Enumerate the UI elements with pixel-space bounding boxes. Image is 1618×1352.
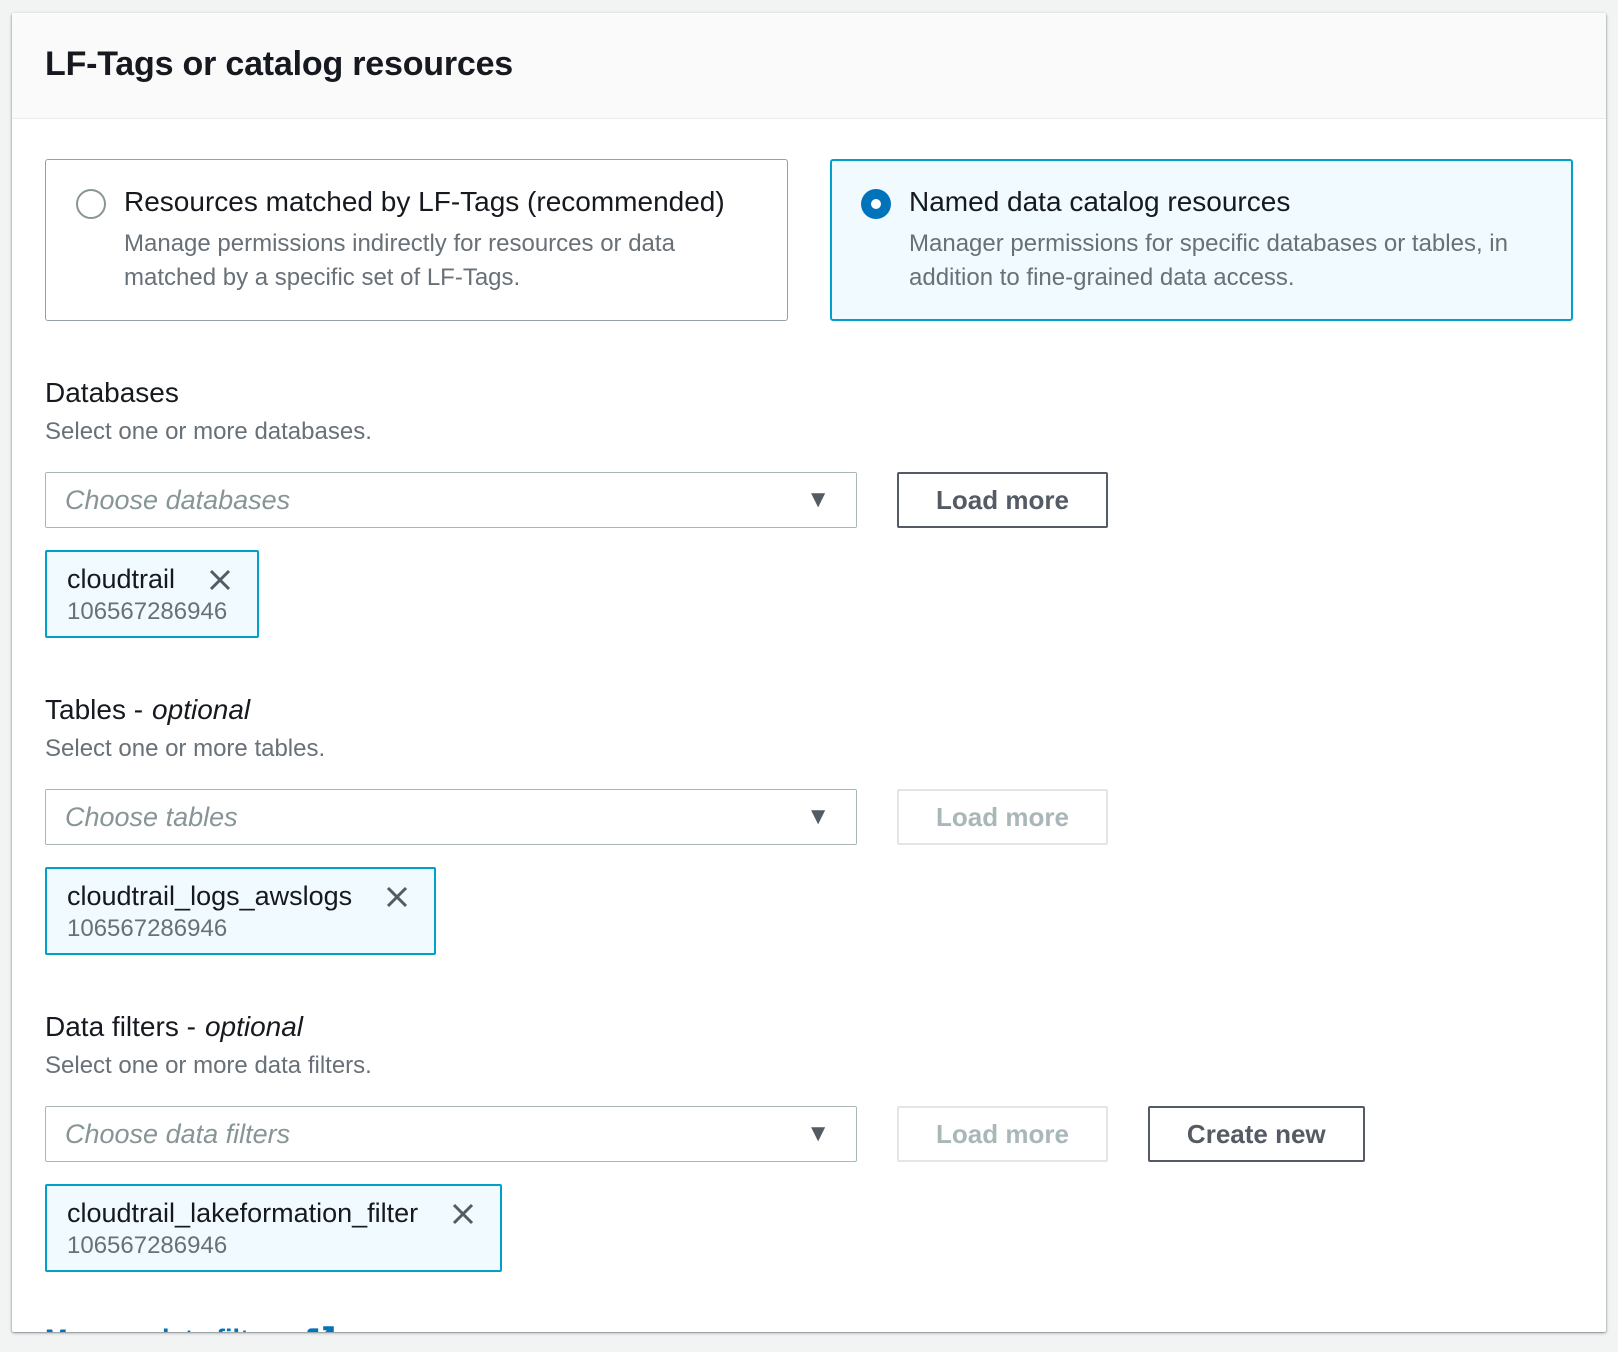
radio-option-label: Named data catalog resources [909, 186, 1542, 218]
radio-unselected-icon[interactable] [76, 189, 106, 219]
data-filters-select-input[interactable] [46, 1107, 856, 1161]
field-optional-text: optional [152, 694, 250, 725]
data-filters-section: Data filters - optional Select one or mor… [45, 1011, 1573, 1272]
remove-token-icon[interactable] [382, 882, 412, 912]
token-name: cloudtrail_logs_awslogs [67, 881, 352, 912]
tables-load-more-button[interactable]: Load more [897, 789, 1108, 845]
field-label-text: Data filters - [45, 1011, 196, 1042]
databases-label: Databases [45, 377, 1573, 409]
token-account-id: 106567286946 [67, 915, 412, 943]
field-label-text: Tables - [45, 694, 143, 725]
tile-text: Named data catalog resources Manager per… [909, 186, 1542, 294]
token-account-id: 106567286946 [67, 598, 235, 626]
token-header: cloudtrail_logs_awslogs [67, 881, 412, 912]
page-title: LF-Tags or catalog resources [45, 45, 1573, 84]
token-account-id: 106567286946 [67, 1232, 478, 1260]
manage-data-filters-link[interactable]: Manage data filters [45, 1324, 336, 1332]
data-filters-description: Select one or more data filters. [45, 1052, 1573, 1080]
panel-header: LF-Tags or catalog resources [12, 13, 1606, 119]
external-link-icon [305, 1324, 336, 1332]
data-filter-token: cloudtrail_lakeformation_filter 10656728… [45, 1184, 502, 1272]
token-name: cloudtrail [67, 564, 175, 595]
tables-controls: ▼ Load more [45, 789, 1573, 845]
tables-label: Tables - optional [45, 694, 1573, 726]
token-name: cloudtrail_lakeformation_filter [67, 1198, 418, 1229]
radio-option-label: Resources matched by LF-Tags (recommende… [124, 186, 757, 218]
remove-token-icon[interactable] [205, 565, 235, 595]
databases-description: Select one or more databases. [45, 418, 1573, 446]
tables-section: Tables - optional Select one or more tabl… [45, 694, 1573, 955]
manage-data-filters-label: Manage data filters [45, 1324, 290, 1332]
data-filters-load-more-button[interactable]: Load more [897, 1106, 1108, 1162]
databases-select-input[interactable] [46, 473, 856, 527]
data-filters-select[interactable]: ▼ [45, 1106, 857, 1162]
token-header: cloudtrail_lakeformation_filter [67, 1198, 478, 1229]
data-filters-label: Data filters - optional [45, 1011, 1573, 1043]
remove-token-icon[interactable] [448, 1199, 478, 1229]
databases-select[interactable]: ▼ [45, 472, 857, 528]
database-token: cloudtrail 106567286946 [45, 550, 259, 638]
panel-body: Resources matched by LF-Tags (recommende… [12, 119, 1606, 1332]
tables-select[interactable]: ▼ [45, 789, 857, 845]
data-filters-controls: ▼ Load more Create new [45, 1106, 1573, 1162]
radio-selected-icon[interactable] [861, 189, 891, 219]
databases-load-more-button[interactable]: Load more [897, 472, 1108, 528]
databases-controls: ▼ Load more [45, 472, 1573, 528]
field-optional-text: optional [205, 1011, 303, 1042]
field-label-text: Databases [45, 377, 179, 408]
radio-tile-named-resources[interactable]: Named data catalog resources Manager per… [830, 159, 1573, 321]
lf-tags-panel: LF-Tags or catalog resources Resources m… [12, 13, 1606, 1332]
radio-tile-lf-tags[interactable]: Resources matched by LF-Tags (recommende… [45, 159, 788, 321]
create-new-filter-button[interactable]: Create new [1148, 1106, 1365, 1162]
tables-description: Select one or more tables. [45, 735, 1573, 763]
radio-option-description: Manager permissions for specific databas… [909, 227, 1542, 294]
table-token: cloudtrail_logs_awslogs 106567286946 [45, 867, 436, 955]
token-header: cloudtrail [67, 564, 235, 595]
tables-select-input[interactable] [46, 790, 856, 844]
tile-text: Resources matched by LF-Tags (recommende… [124, 186, 757, 294]
databases-section: Databases Select one or more databases. … [45, 377, 1573, 638]
radio-option-description: Manage permissions indirectly for resour… [124, 227, 757, 294]
resource-type-tiles: Resources matched by LF-Tags (recommende… [45, 159, 1573, 321]
